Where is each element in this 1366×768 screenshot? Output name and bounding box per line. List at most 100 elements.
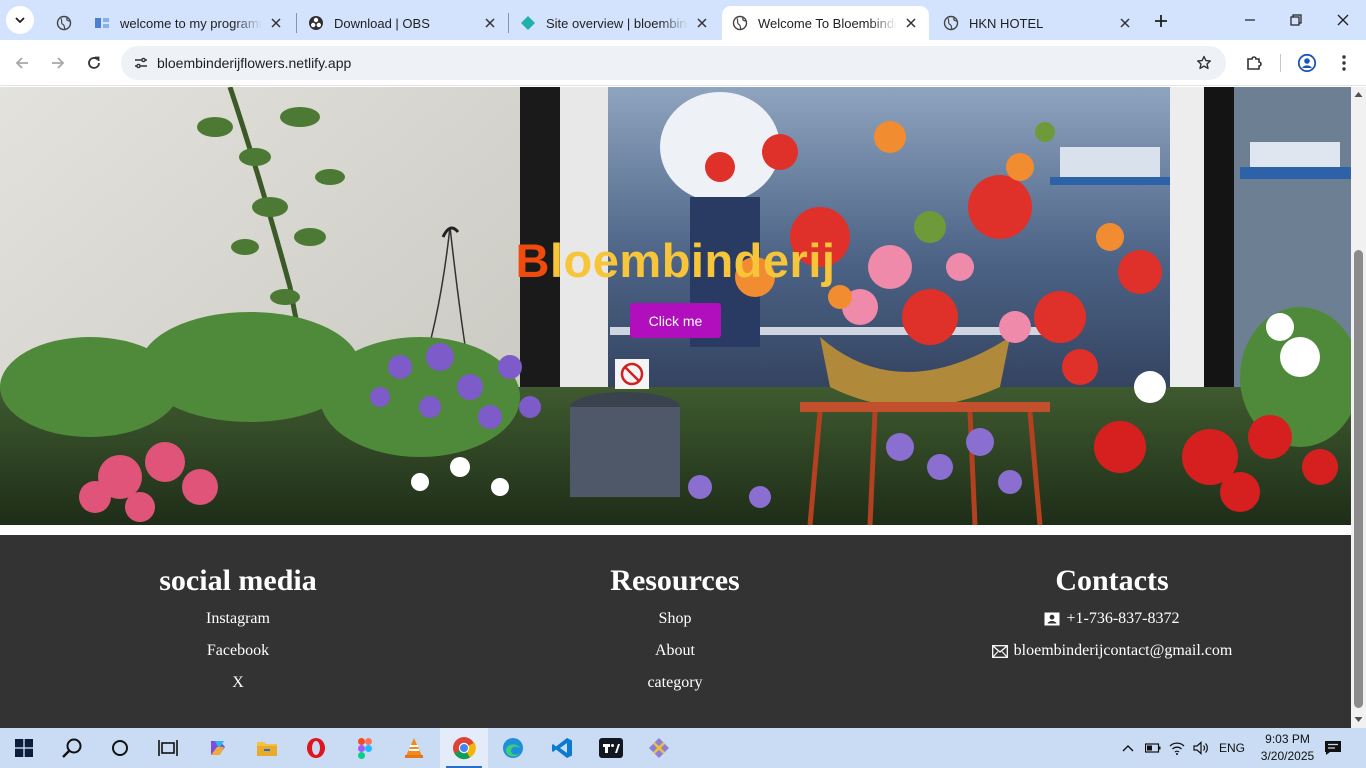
tab-hkn-hotel[interactable]: HKN HOTEL: [933, 6, 1143, 40]
git-icon: [649, 738, 669, 758]
footer-link-facebook[interactable]: Facebook: [18, 635, 458, 667]
tab-search-button[interactable]: [6, 6, 34, 34]
obs-icon: [308, 15, 324, 31]
tradingview-app[interactable]: [587, 728, 635, 768]
footer-link-about[interactable]: About: [455, 635, 895, 667]
tray-overflow-button[interactable]: [1118, 738, 1138, 758]
arrow-right-icon: [52, 57, 65, 69]
bookmark-star-icon[interactable]: [1194, 53, 1214, 73]
hero-title-rest: loembinderij: [550, 234, 836, 287]
plus-icon: [1155, 15, 1167, 27]
cortana-icon: [112, 740, 128, 756]
back-button[interactable]: [10, 51, 34, 75]
language-indicator[interactable]: ENG: [1219, 741, 1245, 755]
reload-button[interactable]: [82, 51, 106, 75]
close-icon[interactable]: [268, 15, 284, 31]
search-button[interactable]: [48, 728, 96, 768]
url-text[interactable]: bloembinderijflowers.netlify.app: [157, 55, 351, 71]
footer-contacts-heading: Contacts: [1055, 564, 1169, 597]
browser-toolbar: bloembinderijflowers.netlify.app: [0, 40, 1366, 86]
file-explorer-app[interactable]: [243, 728, 291, 768]
address-bar[interactable]: bloembinderijflowers.netlify.app: [121, 46, 1226, 80]
edge-app[interactable]: [489, 728, 537, 768]
footer-link-category[interactable]: category: [455, 667, 895, 699]
restore-button[interactable]: [1284, 8, 1308, 32]
minimize-button[interactable]: [1238, 8, 1262, 32]
extensions-button[interactable]: [1242, 51, 1266, 75]
globe-icon: [732, 15, 748, 31]
tab-title: Welcome To Bloembinderij: [758, 15, 897, 31]
close-icon: [1337, 14, 1349, 26]
vlc-icon: [405, 738, 423, 758]
copilot-app[interactable]: [194, 728, 242, 768]
scrollbar-thumb[interactable]: [1354, 250, 1363, 708]
vscode-icon: [552, 738, 572, 758]
close-icon[interactable]: [482, 15, 498, 31]
tab-welcome-programm[interactable]: welcome to my programm: [84, 6, 294, 40]
page-scrollbar[interactable]: [1351, 87, 1366, 728]
figma-app[interactable]: [341, 728, 389, 768]
more-vertical-icon: [1342, 55, 1346, 71]
clock-time[interactable]: 9:03 PM: [1260, 732, 1315, 746]
close-icon[interactable]: [1117, 15, 1133, 31]
windows-logo-icon: [15, 739, 33, 757]
restore-icon: [1290, 14, 1302, 26]
footer-phone-text[interactable]: +1-736-837-8372: [1066, 603, 1179, 635]
vscode-app[interactable]: [538, 728, 586, 768]
footer-email: bloembinderijcontact@gmail.com: [892, 635, 1332, 667]
folder-icon: [257, 742, 277, 756]
footer-link-shop[interactable]: Shop: [455, 603, 895, 635]
scroll-up-arrow[interactable]: [1354, 90, 1363, 99]
scroll-down-arrow[interactable]: [1354, 715, 1363, 724]
tab-title: welcome to my programm: [120, 15, 262, 31]
footer-social-heading: social media: [159, 564, 317, 597]
chrome-app[interactable]: [440, 728, 488, 768]
tab-title: Download | OBS: [334, 15, 430, 31]
git-app[interactable]: [635, 728, 683, 768]
notifications-button[interactable]: [1323, 738, 1343, 758]
tab-site-overview[interactable]: Site overview | bloembinde: [510, 6, 720, 40]
figma-icon: [358, 737, 372, 759]
tab-title: HKN HOTEL: [969, 15, 1044, 31]
footer-link-x[interactable]: X: [18, 667, 458, 699]
new-tab-button[interactable]: [1150, 10, 1172, 32]
page-viewport: Bloembinderij Click me social media Inst…: [0, 87, 1351, 728]
netlify-icon: [520, 15, 536, 31]
forward-button[interactable]: [46, 51, 70, 75]
start-button[interactable]: [0, 728, 48, 768]
arrow-left-icon: [15, 57, 28, 69]
window-close-button[interactable]: [1331, 8, 1355, 32]
vlc-app[interactable]: [390, 728, 438, 768]
pinned-tab[interactable]: [46, 6, 80, 40]
footer-resources-heading: Resources: [610, 564, 740, 597]
profile-button[interactable]: [1295, 51, 1319, 75]
footer-resources-column: Resources Shop About category: [455, 563, 895, 699]
footer-contacts-column: Contacts +1-736-837-8372 bloembinderijco…: [892, 563, 1332, 667]
task-view-button[interactable]: [144, 728, 192, 768]
hero-title-first-letter: B: [515, 234, 550, 287]
footer-email-text[interactable]: bloembinderijcontact@gmail.com: [1014, 635, 1233, 667]
puzzle-icon: [1247, 56, 1262, 70]
tab-title: Site overview | bloembinde: [546, 15, 688, 31]
clock-date[interactable]: 3/20/2025: [1256, 749, 1319, 763]
footer-link-instagram[interactable]: Instagram: [18, 603, 458, 635]
tab-download-obs[interactable]: Download | OBS: [298, 6, 508, 40]
volume-icon[interactable]: [1191, 738, 1211, 758]
windows-taskbar: ENG 9:03 PM 3/20/2025: [0, 728, 1366, 768]
envelope-icon: [991, 644, 1008, 658]
opera-app[interactable]: [292, 728, 340, 768]
wifi-icon[interactable]: [1167, 738, 1187, 758]
browser-menu-button[interactable]: [1332, 51, 1356, 75]
tab-separator: [296, 13, 297, 33]
cortana-button[interactable]: [96, 728, 144, 768]
footer-social-column: social media Instagram Facebook X: [18, 563, 458, 699]
globe-icon: [56, 15, 72, 31]
battery-icon[interactable]: [1143, 738, 1163, 758]
close-icon[interactable]: [694, 15, 710, 31]
task-view-icon: [158, 740, 178, 756]
site-info-icon[interactable]: [129, 51, 153, 75]
close-icon[interactable]: [903, 15, 919, 31]
click-me-button[interactable]: Click me: [630, 303, 721, 338]
chevron-down-icon: [15, 17, 25, 24]
tab-welcome-bloembinderij[interactable]: Welcome To Bloembinderij: [722, 6, 929, 40]
